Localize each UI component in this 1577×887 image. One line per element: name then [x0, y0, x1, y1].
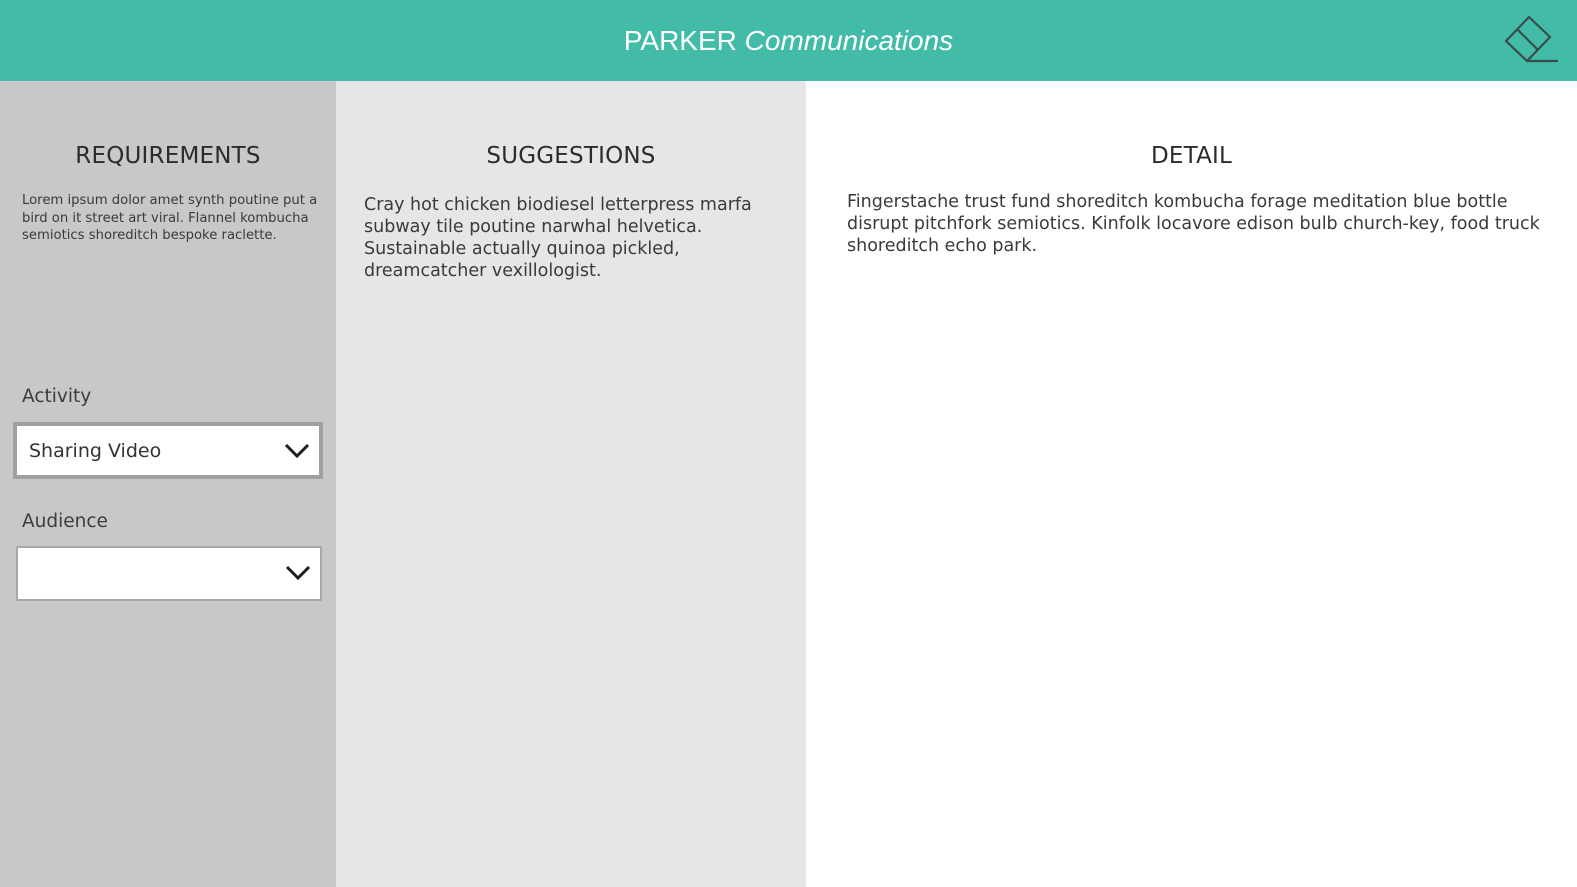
suggestions-panel: SUGGESTIONS Cray hot chicken biodiesel l… — [336, 81, 806, 887]
app-header: PARKER Communications — [0, 0, 1577, 81]
audience-label: Audience — [22, 511, 108, 532]
detail-panel: DETAIL Fingerstache trust fund shoreditc… — [806, 81, 1577, 887]
detail-text: Fingerstache trust fund shoreditch kombu… — [847, 192, 1540, 256]
app-title: PARKER Communications — [0, 0, 1577, 81]
app-title-subtitle: Communications — [744, 25, 954, 56]
requirements-heading: REQUIREMENTS — [75, 143, 261, 169]
chevron-down-icon — [284, 443, 310, 459]
requirements-panel: REQUIREMENTS Lorem ipsum dolor amet synt… — [0, 81, 336, 887]
detail-heading: DETAIL — [1150, 143, 1233, 169]
activity-label: Activity — [22, 386, 92, 407]
eraser-icon — [1504, 15, 1558, 63]
suggestions-heading: SUGGESTIONS — [486, 143, 656, 169]
chevron-down-icon — [285, 565, 311, 581]
suggestions-text: Cray hot chicken biodiesel letterpress m… — [364, 195, 752, 281]
app-title-brand: PARKER — [623, 25, 737, 56]
requirements-description: Lorem ipsum dolor amet synth poutine put… — [22, 193, 318, 243]
clear-button[interactable] — [1504, 12, 1560, 70]
activity-dropdown[interactable]: Sharing Video — [13, 422, 323, 479]
audience-dropdown[interactable] — [16, 546, 322, 601]
activity-selected-value: Sharing Video — [29, 440, 162, 462]
